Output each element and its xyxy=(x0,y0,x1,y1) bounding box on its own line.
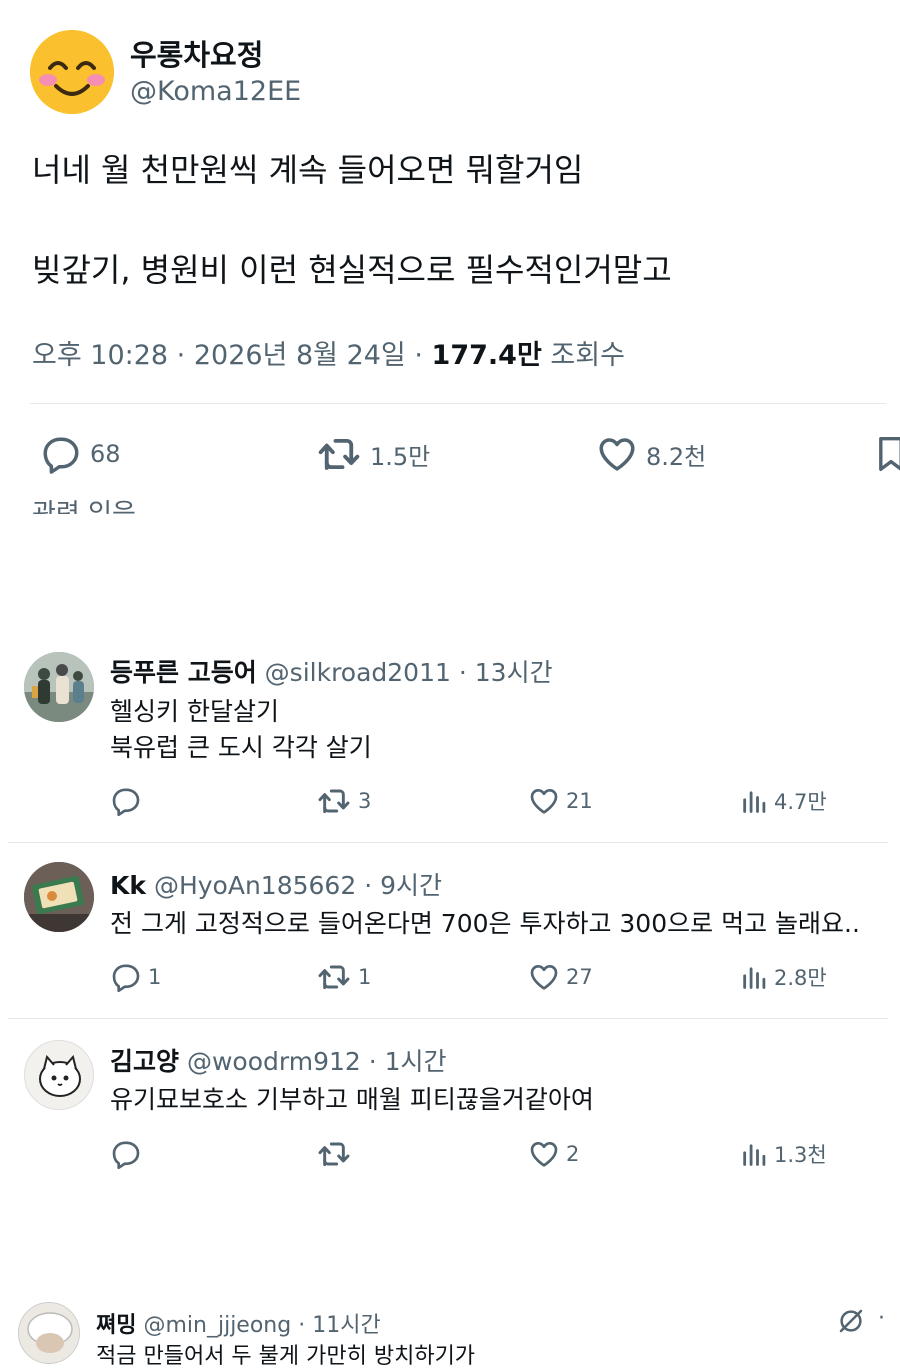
people-walking-image xyxy=(24,652,94,722)
bar-chart-icon xyxy=(743,791,766,813)
main-avatar[interactable] xyxy=(30,30,114,114)
like-count: 8.2천 xyxy=(646,442,707,471)
reply-time[interactable]: 13시간 xyxy=(475,658,553,687)
reply-name[interactable]: 쪄밍 xyxy=(96,1313,136,1338)
smiling-face-icon xyxy=(30,30,114,114)
reply-views-button[interactable]: 1.3천 xyxy=(740,1138,827,1170)
like-button[interactable]: 8.2천 xyxy=(596,433,706,475)
grok-icon[interactable] xyxy=(836,1306,866,1336)
reply-time[interactable]: 11시간 xyxy=(312,1313,380,1338)
retweet-button[interactable]: 1.5만 xyxy=(316,433,430,475)
reply-time[interactable]: 1시간 xyxy=(385,1047,447,1076)
reply-handle[interactable]: @HyoAn185662 xyxy=(154,871,356,900)
reply-views-button[interactable]: 2.8만 xyxy=(740,961,827,993)
reply-header: Kk @HyoAn185662 · 9시간 xyxy=(110,866,442,902)
reply-view-count: 2.8만 xyxy=(774,966,827,990)
reply-retweet-button[interactable] xyxy=(316,1138,358,1170)
reply-reply-button[interactable] xyxy=(110,785,148,817)
reply-retweet-count: 1 xyxy=(358,965,372,989)
reply-name[interactable]: 김고양 xyxy=(110,1047,179,1076)
reply-icon xyxy=(112,1141,140,1170)
retweet-icon xyxy=(318,789,350,814)
reply-time[interactable]: 9시간 xyxy=(380,871,442,900)
reply-views-button[interactable]: 4.7만 xyxy=(740,785,827,817)
main-tweet-text-line1: 너네 월 천만원씩 계속 들어오면 뭐할거임 xyxy=(32,151,584,189)
reply-button[interactable]: 68 xyxy=(40,433,121,475)
reply-header: 김고양 @woodrm912 · 1시간 xyxy=(110,1042,447,1078)
reply-retweet-button[interactable]: 3 xyxy=(316,785,371,817)
divider xyxy=(8,842,888,843)
cut-off-label: 관련 있음 xyxy=(32,499,136,514)
retweet-icon xyxy=(318,1142,350,1167)
reply-icon xyxy=(112,964,140,993)
main-display-name[interactable]: 우롱차요정 xyxy=(130,32,263,74)
reply-like-button[interactable]: 27 xyxy=(528,961,593,993)
divider xyxy=(30,403,886,404)
reply-reply-count: 1 xyxy=(148,965,162,989)
reply-avatar[interactable] xyxy=(24,1040,94,1110)
reply-like-count: 2 xyxy=(566,1142,580,1166)
reply-avatar[interactable] xyxy=(24,652,94,722)
reply-handle[interactable]: @woodrm912 xyxy=(187,1047,361,1076)
reply-reply-button[interactable] xyxy=(110,1138,148,1170)
reply-text-line: 전 그게 고정적으로 들어온다면 700은 투자하고 300으로 먹고 놀래요.… xyxy=(110,909,860,938)
reply-handle[interactable]: @min_jjjeong xyxy=(143,1313,291,1338)
meta-separator: · xyxy=(298,1313,306,1338)
meta-separator: · xyxy=(364,871,373,900)
bar-chart-icon xyxy=(743,1144,766,1166)
reply-text-line: 헬싱키 한달살기 xyxy=(110,697,279,726)
heart-icon xyxy=(530,965,558,990)
reply-retweet-button[interactable]: 1 xyxy=(316,961,371,993)
reply-header: 등푸른 고등어 @silkroad2011 · 13시간 xyxy=(110,653,553,689)
retweet-count: 1.5만 xyxy=(370,442,431,471)
reply-reply-button[interactable]: 1 xyxy=(110,961,161,993)
views-count: 177.4만 xyxy=(431,340,542,371)
reply-like-button[interactable]: 21 xyxy=(528,785,593,817)
retweet-icon xyxy=(318,438,360,470)
views-label: 조회수 xyxy=(550,340,625,371)
reply-like-button[interactable]: 2 xyxy=(528,1138,579,1170)
reply-like-count: 27 xyxy=(566,965,593,989)
reply-icon xyxy=(112,788,140,817)
meta-separator: · xyxy=(414,340,432,371)
retweet-icon xyxy=(318,965,350,990)
reply-count: 68 xyxy=(90,440,121,468)
reply-retweet-count: 3 xyxy=(358,789,372,813)
main-tweet-text-line2: 빚갚기, 병원비 이런 현실적으로 필수적인거말고 xyxy=(32,251,672,289)
tweet-date[interactable]: 2026년 8월 24일 xyxy=(194,340,406,371)
meta-separator: · xyxy=(368,1047,377,1076)
bookmark-icon[interactable] xyxy=(874,433,900,475)
heart-icon xyxy=(530,789,558,814)
reply-like-count: 21 xyxy=(566,789,593,813)
meta-separator: · xyxy=(458,658,467,687)
heart-icon xyxy=(530,1142,558,1167)
more-options-icon[interactable]: · xyxy=(878,1306,885,1331)
reply-avatar[interactable] xyxy=(18,1302,80,1364)
heart-icon xyxy=(599,438,635,471)
bar-chart-icon xyxy=(743,967,766,989)
reply-text-line: 적금 만들어서 두 불게 가만히 방치하기가 xyxy=(96,1344,476,1369)
reply-handle[interactable]: @silkroad2011 xyxy=(265,658,451,687)
reply-text-line: 북유럽 큰 도시 각각 살기 xyxy=(110,733,372,762)
main-handle[interactable]: @Koma12EE xyxy=(130,76,301,107)
reply-header: 쪄밍 @min_jjjeong · 11시간 xyxy=(96,1307,381,1339)
reply-view-count: 1.3천 xyxy=(774,1143,827,1167)
divider xyxy=(8,1018,888,1019)
meta-separator: · xyxy=(176,340,194,371)
reply-avatar[interactable] xyxy=(24,862,94,932)
person-photo-image xyxy=(19,1303,79,1363)
reply-view-count: 4.7만 xyxy=(774,790,827,814)
reply-text-line: 유기묘보호소 기부하고 매월 피티끊을거같아여 xyxy=(110,1085,594,1114)
reply-icon xyxy=(43,437,79,474)
sign-photo-image xyxy=(24,862,94,932)
tweet-meta: 오후 10:28 · 2026년 8월 24일 · 177.4만 조회수 xyxy=(32,333,625,372)
cat-drawing-image xyxy=(25,1041,93,1109)
tweet-time[interactable]: 오후 10:28 xyxy=(32,340,168,371)
reply-name[interactable]: 등푸른 고등어 xyxy=(110,658,257,687)
reply-name[interactable]: Kk xyxy=(110,871,146,900)
